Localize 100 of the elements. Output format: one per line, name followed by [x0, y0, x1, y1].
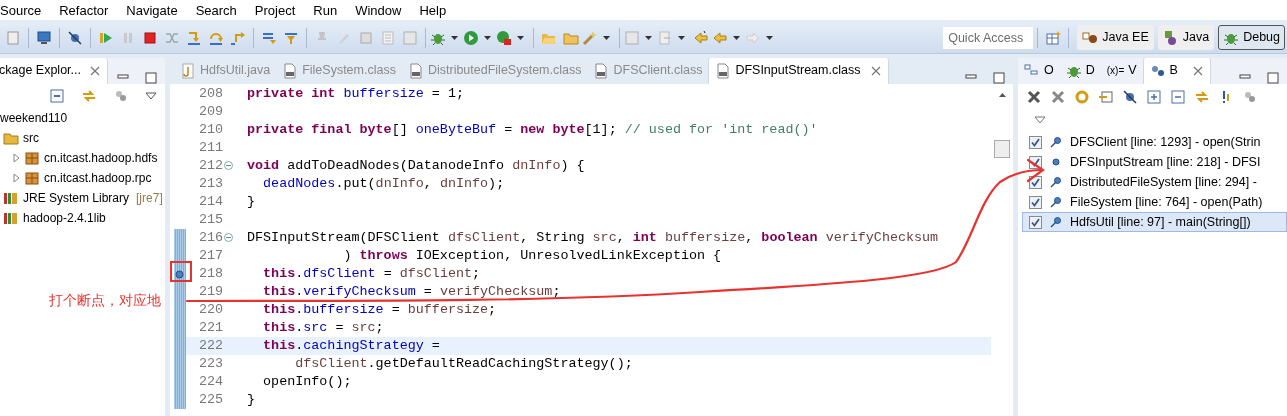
dropdown-icon[interactable] [1034, 114, 1046, 125]
skip-breakpoints-icon[interactable] [1122, 89, 1138, 105]
import-icon[interactable] [1098, 89, 1114, 105]
breakpoint-icon[interactable] [175, 270, 184, 279]
menu-item[interactable]: Refactor [51, 0, 119, 21]
maximize-icon[interactable] [145, 72, 157, 84]
remove-icon[interactable] [1026, 89, 1042, 105]
run-icon[interactable] [463, 29, 479, 46]
caret-icon[interactable] [483, 33, 492, 42]
coverage-icon[interactable] [496, 29, 512, 46]
code-line: openInfo(); [262, 373, 353, 391]
editor-tab[interactable]: DFSInputStream.class [708, 58, 890, 84]
line-number: 214 [198, 193, 225, 211]
tree-item[interactable]: hadoop-2.4.1lib [0, 208, 165, 228]
menu-item[interactable]: Run [305, 0, 348, 21]
caret-icon[interactable] [516, 33, 525, 42]
line-number: 215 [198, 211, 225, 229]
caret-icon[interactable] [732, 33, 741, 42]
line-number: 211 [198, 139, 225, 157]
collapsed-icon[interactable] [12, 173, 20, 183]
library-icon [3, 210, 19, 226]
menu-item[interactable]: Help [411, 0, 457, 21]
breakpoint-item[interactable]: FileSystem [line: 764] - open(Path) [1022, 192, 1287, 212]
quick-access-field[interactable]: Quick Access [943, 26, 1034, 49]
view-tab[interactable]: B [1142, 58, 1211, 84]
package-icon [24, 170, 40, 186]
open-perspective-icon[interactable] [1045, 29, 1062, 46]
fold-icon[interactable] [224, 161, 233, 170]
monitor-icon[interactable] [36, 29, 52, 46]
link-icon[interactable] [1194, 89, 1210, 105]
view-tab[interactable]: (x)= V [1100, 58, 1143, 84]
code-line: } [246, 391, 257, 409]
breakpoint-item[interactable]: DFSInputStream [line: 218] - DFSI [1022, 152, 1287, 172]
line-number: 210 [198, 121, 225, 139]
perspective-icon [1082, 29, 1099, 46]
line-number: 209 [198, 103, 225, 121]
scroll-up-icon[interactable] [997, 92, 1007, 98]
step-into-icon[interactable] [186, 29, 202, 46]
tree-item[interactable]: JRE System Library [jre7] [0, 188, 165, 208]
menu-item[interactable]: Navigate [118, 0, 188, 21]
tree-item[interactable]: weekend110 [0, 108, 165, 128]
tree-item[interactable]: cn.itcast.hadoop.hdfs [0, 148, 165, 168]
terminate-icon[interactable] [142, 29, 158, 46]
breakpoint-item[interactable]: HdfsUtil [line: 97] - main(String[]) [1022, 212, 1287, 232]
line-number: 219 [198, 283, 225, 301]
caret-icon[interactable] [450, 33, 459, 42]
code-line: private final byte[] oneByteBuf = new byte[1]; // used for 'int read()' [246, 121, 819, 139]
line-number: 218 [198, 265, 225, 283]
breakpoint-item[interactable]: DFSClient [line: 1293] - open(Strin [1022, 132, 1287, 152]
collapsed-icon[interactable] [12, 153, 20, 163]
menu-item[interactable]: Source [0, 0, 52, 21]
checkbox-checked-icon[interactable] [1029, 135, 1042, 149]
expand-all-icon[interactable] [1146, 89, 1162, 105]
remove-all-icon[interactable] [1050, 89, 1066, 105]
class-file-icon [407, 62, 424, 79]
collapse-all-icon[interactable] [1170, 89, 1186, 105]
close-icon[interactable] [870, 64, 883, 77]
menu-item[interactable]: Project [246, 0, 306, 21]
link-editor-icon[interactable] [81, 88, 97, 104]
view-menu-icon[interactable] [145, 91, 157, 101]
collapse-all-icon[interactable] [49, 88, 65, 104]
line-number: 212 [195, 157, 241, 175]
caret-icon[interactable] [765, 33, 774, 42]
checkbox-checked-icon[interactable] [1029, 175, 1042, 189]
fold-icon[interactable] [224, 233, 233, 242]
tree-item[interactable]: cn.itcast.hadoop.rpc [0, 168, 165, 188]
maximize-icon[interactable] [993, 72, 1005, 84]
code-line: DFSInputStream(DFSClient dfsClient, String src, int buffersize, boolean verifyChecksum [246, 229, 940, 247]
caret-icon[interactable] [677, 33, 686, 42]
caret-icon[interactable] [644, 33, 653, 42]
view-tab[interactable]: D [1059, 58, 1101, 84]
caret-icon[interactable] [602, 33, 611, 42]
code-line: private int buffersize = 1; [246, 85, 465, 103]
scroll-thumb[interactable] [994, 140, 1010, 158]
breakpoint-item[interactable]: DistributedFileSystem [line: 294] - [1022, 172, 1287, 192]
code-line: dfsClient.getDefaultReadCachingStrategy(); [294, 355, 634, 373]
checkbox-checked-icon[interactable] [1029, 215, 1042, 229]
back-edit-icon[interactable] [693, 29, 709, 46]
refresh-icon[interactable] [1074, 89, 1090, 105]
code-line: ) throws IOException, UnresolvedLinkException { [342, 247, 723, 265]
perspective-button[interactable]: Debug [1218, 25, 1285, 50]
explorer-tab[interactable]: ckage Explor... [0, 58, 108, 84]
close-icon[interactable] [1191, 64, 1204, 77]
line-number: 208 [198, 85, 225, 103]
tree-item[interactable]: src [0, 128, 165, 148]
perspective-button[interactable]: Java EE [1077, 25, 1154, 50]
menu-item[interactable]: Window [347, 0, 412, 21]
view-tab[interactable]: O [1018, 58, 1060, 84]
skip-breakpoints-icon[interactable] [67, 29, 83, 46]
maximize-icon[interactable] [1267, 72, 1279, 84]
perspective-button[interactable]: Java [1157, 25, 1215, 50]
checkbox-checked-icon[interactable] [1029, 195, 1042, 209]
code-line: this.src = src; [262, 319, 385, 337]
code-line: this.dfsClient = dfsClient; [262, 265, 482, 283]
line-number: 224 [198, 373, 225, 391]
step-return-icon[interactable] [230, 29, 246, 46]
close-icon[interactable] [89, 64, 101, 77]
class-file-icon [715, 62, 732, 79]
menu-item[interactable]: Search [187, 0, 247, 21]
line-number: 213 [198, 175, 225, 193]
